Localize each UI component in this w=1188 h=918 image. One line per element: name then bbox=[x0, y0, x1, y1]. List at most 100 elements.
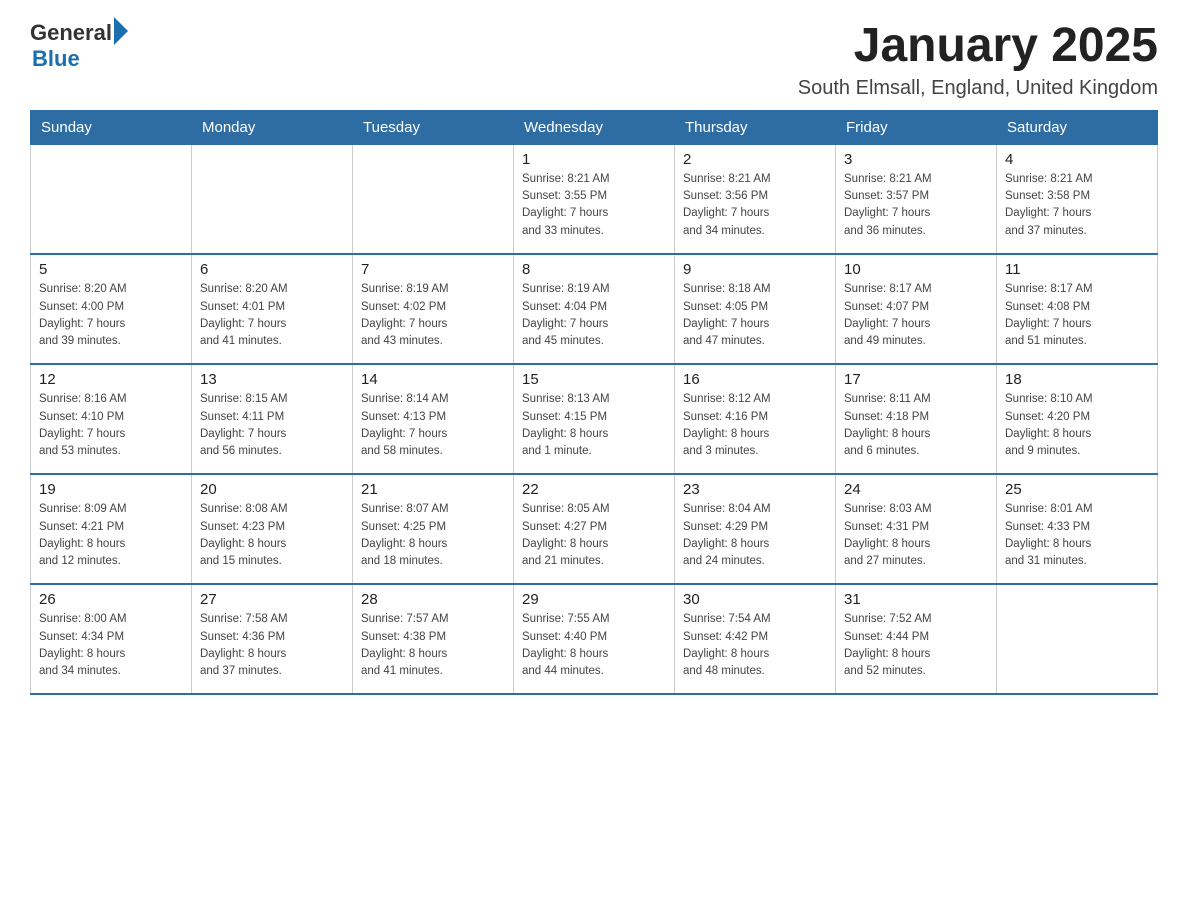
day-number: 21 bbox=[361, 481, 505, 498]
day-info: Sunrise: 8:11 AM Sunset: 4:18 PM Dayligh… bbox=[844, 391, 988, 460]
day-number: 12 bbox=[39, 371, 183, 388]
day-info: Sunrise: 8:16 AM Sunset: 4:10 PM Dayligh… bbox=[39, 391, 183, 460]
day-number: 8 bbox=[522, 261, 666, 278]
calendar-subtitle: South Elmsall, England, United Kingdom bbox=[798, 77, 1158, 100]
calendar-title: January 2025 bbox=[798, 20, 1158, 73]
calendar-cell: 9Sunrise: 8:18 AM Sunset: 4:05 PM Daylig… bbox=[675, 254, 836, 364]
calendar-cell: 12 Sunrise: 8:16 AM Sunset: 4:10 PM Dayli… bbox=[31, 364, 192, 474]
calendar-cell: 14 Sunrise: 8:14 AM Sunset: 4:13 PM Dayli… bbox=[353, 364, 514, 474]
day-info: Sunrise: 8:08 AM Sunset: 4:23 PM Dayligh… bbox=[200, 501, 344, 570]
day-info: Sunrise: 8:10 AM Sunset: 4:20 PM Dayligh… bbox=[1005, 391, 1149, 460]
day-info: Sunrise: 8:00 AM Sunset: 4:34 PM Dayligh… bbox=[39, 611, 183, 680]
day-number: 11 bbox=[1005, 261, 1149, 278]
calendar-cell: 4Sunrise: 8:21 AM Sunset: 3:58 PM Daylig… bbox=[997, 144, 1158, 254]
day-info: Sunrise: 8:19 AM Sunset: 4:02 PM Dayligh… bbox=[361, 281, 505, 350]
day-info: Sunrise: 8:19 AM Sunset: 4:04 PM Dayligh… bbox=[522, 281, 666, 350]
calendar-cell bbox=[192, 144, 353, 254]
calendar-cell bbox=[997, 584, 1158, 694]
calendar-cell: 17 Sunrise: 8:11 AM Sunset: 4:18 PM Dayli… bbox=[836, 364, 997, 474]
calendar-cell: 28Sunrise: 7:57 AM Sunset: 4:38 PM Dayli… bbox=[353, 584, 514, 694]
calendar-week-row: 1Sunrise: 8:21 AM Sunset: 3:55 PM Daylig… bbox=[31, 144, 1158, 254]
day-number: 2 bbox=[683, 151, 827, 168]
day-info: Sunrise: 8:03 AM Sunset: 4:31 PM Dayligh… bbox=[844, 501, 988, 570]
day-number: 25 bbox=[1005, 481, 1149, 498]
calendar-cell: 11Sunrise: 8:17 AM Sunset: 4:08 PM Dayli… bbox=[997, 254, 1158, 364]
day-number: 7 bbox=[361, 261, 505, 278]
day-number: 6 bbox=[200, 261, 344, 278]
calendar-cell: 27Sunrise: 7:58 AM Sunset: 4:36 PM Dayli… bbox=[192, 584, 353, 694]
calendar-week-row: 12 Sunrise: 8:16 AM Sunset: 4:10 PM Dayli… bbox=[31, 364, 1158, 474]
day-number: 19 bbox=[39, 481, 183, 498]
calendar-cell bbox=[353, 144, 514, 254]
page-header: General Blue January 2025 South Elmsall,… bbox=[30, 20, 1158, 100]
calendar-cell: 26 Sunrise: 8:00 AM Sunset: 4:34 PM Dayli… bbox=[31, 584, 192, 694]
day-info: Sunrise: 8:20 AM Sunset: 4:01 PM Dayligh… bbox=[200, 281, 344, 350]
day-number: 1 bbox=[522, 151, 666, 168]
day-info: Sunrise: 8:04 AM Sunset: 4:29 PM Dayligh… bbox=[683, 501, 827, 570]
day-info: Sunrise: 8:07 AM Sunset: 4:25 PM Dayligh… bbox=[361, 501, 505, 570]
calendar-week-row: 19 Sunrise: 8:09 AM Sunset: 4:21 PM Dayli… bbox=[31, 474, 1158, 584]
day-number: 17 bbox=[844, 371, 988, 388]
calendar-cell: 15 Sunrise: 8:13 AM Sunset: 4:15 PM Dayli… bbox=[514, 364, 675, 474]
day-info: Sunrise: 7:54 AM Sunset: 4:42 PM Dayligh… bbox=[683, 611, 827, 680]
title-area: January 2025 South Elmsall, England, Uni… bbox=[798, 20, 1158, 100]
calendar-cell: 29Sunrise: 7:55 AM Sunset: 4:40 PM Dayli… bbox=[514, 584, 675, 694]
weekday-header-row: Sunday Monday Tuesday Wednesday Thursday… bbox=[31, 110, 1158, 144]
day-info: Sunrise: 8:12 AM Sunset: 4:16 PM Dayligh… bbox=[683, 391, 827, 460]
day-number: 27 bbox=[200, 591, 344, 608]
calendar-cell: 6 Sunrise: 8:20 AM Sunset: 4:01 PM Daylig… bbox=[192, 254, 353, 364]
day-number: 26 bbox=[39, 591, 183, 608]
day-number: 5 bbox=[39, 261, 183, 278]
calendar-week-row: 5 Sunrise: 8:20 AM Sunset: 4:00 PM Daylig… bbox=[31, 254, 1158, 364]
calendar-cell: 23Sunrise: 8:04 AM Sunset: 4:29 PM Dayli… bbox=[675, 474, 836, 584]
header-thursday: Thursday bbox=[675, 110, 836, 144]
calendar-cell: 21 Sunrise: 8:07 AM Sunset: 4:25 PM Dayli… bbox=[353, 474, 514, 584]
day-number: 10 bbox=[844, 261, 988, 278]
header-saturday: Saturday bbox=[997, 110, 1158, 144]
calendar-cell: 19 Sunrise: 8:09 AM Sunset: 4:21 PM Dayli… bbox=[31, 474, 192, 584]
day-number: 28 bbox=[361, 591, 505, 608]
calendar-body: 1Sunrise: 8:21 AM Sunset: 3:55 PM Daylig… bbox=[31, 144, 1158, 694]
calendar-cell: 24 Sunrise: 8:03 AM Sunset: 4:31 PM Dayli… bbox=[836, 474, 997, 584]
day-number: 22 bbox=[522, 481, 666, 498]
calendar-cell: 1Sunrise: 8:21 AM Sunset: 3:55 PM Daylig… bbox=[514, 144, 675, 254]
day-info: Sunrise: 8:20 AM Sunset: 4:00 PM Dayligh… bbox=[39, 281, 183, 350]
calendar-cell: 3 Sunrise: 8:21 AM Sunset: 3:57 PM Daylig… bbox=[836, 144, 997, 254]
day-info: Sunrise: 8:05 AM Sunset: 4:27 PM Dayligh… bbox=[522, 501, 666, 570]
day-info: Sunrise: 8:21 AM Sunset: 3:57 PM Dayligh… bbox=[844, 171, 988, 240]
header-friday: Friday bbox=[836, 110, 997, 144]
day-info: Sunrise: 7:55 AM Sunset: 4:40 PM Dayligh… bbox=[522, 611, 666, 680]
calendar-cell: 5 Sunrise: 8:20 AM Sunset: 4:00 PM Daylig… bbox=[31, 254, 192, 364]
day-number: 14 bbox=[361, 371, 505, 388]
day-info: Sunrise: 8:21 AM Sunset: 3:58 PM Dayligh… bbox=[1005, 171, 1149, 240]
day-info: Sunrise: 8:14 AM Sunset: 4:13 PM Dayligh… bbox=[361, 391, 505, 460]
day-info: Sunrise: 8:15 AM Sunset: 4:11 PM Dayligh… bbox=[200, 391, 344, 460]
calendar-cell: 7 Sunrise: 8:19 AM Sunset: 4:02 PM Daylig… bbox=[353, 254, 514, 364]
day-info: Sunrise: 8:13 AM Sunset: 4:15 PM Dayligh… bbox=[522, 391, 666, 460]
day-number: 16 bbox=[683, 371, 827, 388]
day-number: 20 bbox=[200, 481, 344, 498]
calendar-cell: 31Sunrise: 7:52 AM Sunset: 4:44 PM Dayli… bbox=[836, 584, 997, 694]
day-number: 3 bbox=[844, 151, 988, 168]
logo-triangle-icon bbox=[114, 17, 128, 45]
logo-general-text: General bbox=[30, 20, 112, 46]
calendar-cell: 13 Sunrise: 8:15 AM Sunset: 4:11 PM Dayli… bbox=[192, 364, 353, 474]
calendar-cell: 10 Sunrise: 8:17 AM Sunset: 4:07 PM Dayli… bbox=[836, 254, 997, 364]
day-number: 13 bbox=[200, 371, 344, 388]
calendar-cell: 18Sunrise: 8:10 AM Sunset: 4:20 PM Dayli… bbox=[997, 364, 1158, 474]
logo: General Blue bbox=[30, 20, 128, 72]
header-monday: Monday bbox=[192, 110, 353, 144]
logo-blue-text: Blue bbox=[32, 46, 128, 72]
calendar-table: Sunday Monday Tuesday Wednesday Thursday… bbox=[30, 110, 1158, 696]
calendar-cell: 20 Sunrise: 8:08 AM Sunset: 4:23 PM Dayli… bbox=[192, 474, 353, 584]
header-sunday: Sunday bbox=[31, 110, 192, 144]
calendar-header: Sunday Monday Tuesday Wednesday Thursday… bbox=[31, 110, 1158, 144]
calendar-cell: 30Sunrise: 7:54 AM Sunset: 4:42 PM Dayli… bbox=[675, 584, 836, 694]
calendar-cell: 25 Sunrise: 8:01 AM Sunset: 4:33 PM Dayli… bbox=[997, 474, 1158, 584]
calendar-cell: 16 Sunrise: 8:12 AM Sunset: 4:16 PM Dayli… bbox=[675, 364, 836, 474]
day-info: Sunrise: 8:01 AM Sunset: 4:33 PM Dayligh… bbox=[1005, 501, 1149, 570]
day-number: 24 bbox=[844, 481, 988, 498]
day-number: 15 bbox=[522, 371, 666, 388]
day-info: Sunrise: 8:17 AM Sunset: 4:07 PM Dayligh… bbox=[844, 281, 988, 350]
day-info: Sunrise: 8:09 AM Sunset: 4:21 PM Dayligh… bbox=[39, 501, 183, 570]
